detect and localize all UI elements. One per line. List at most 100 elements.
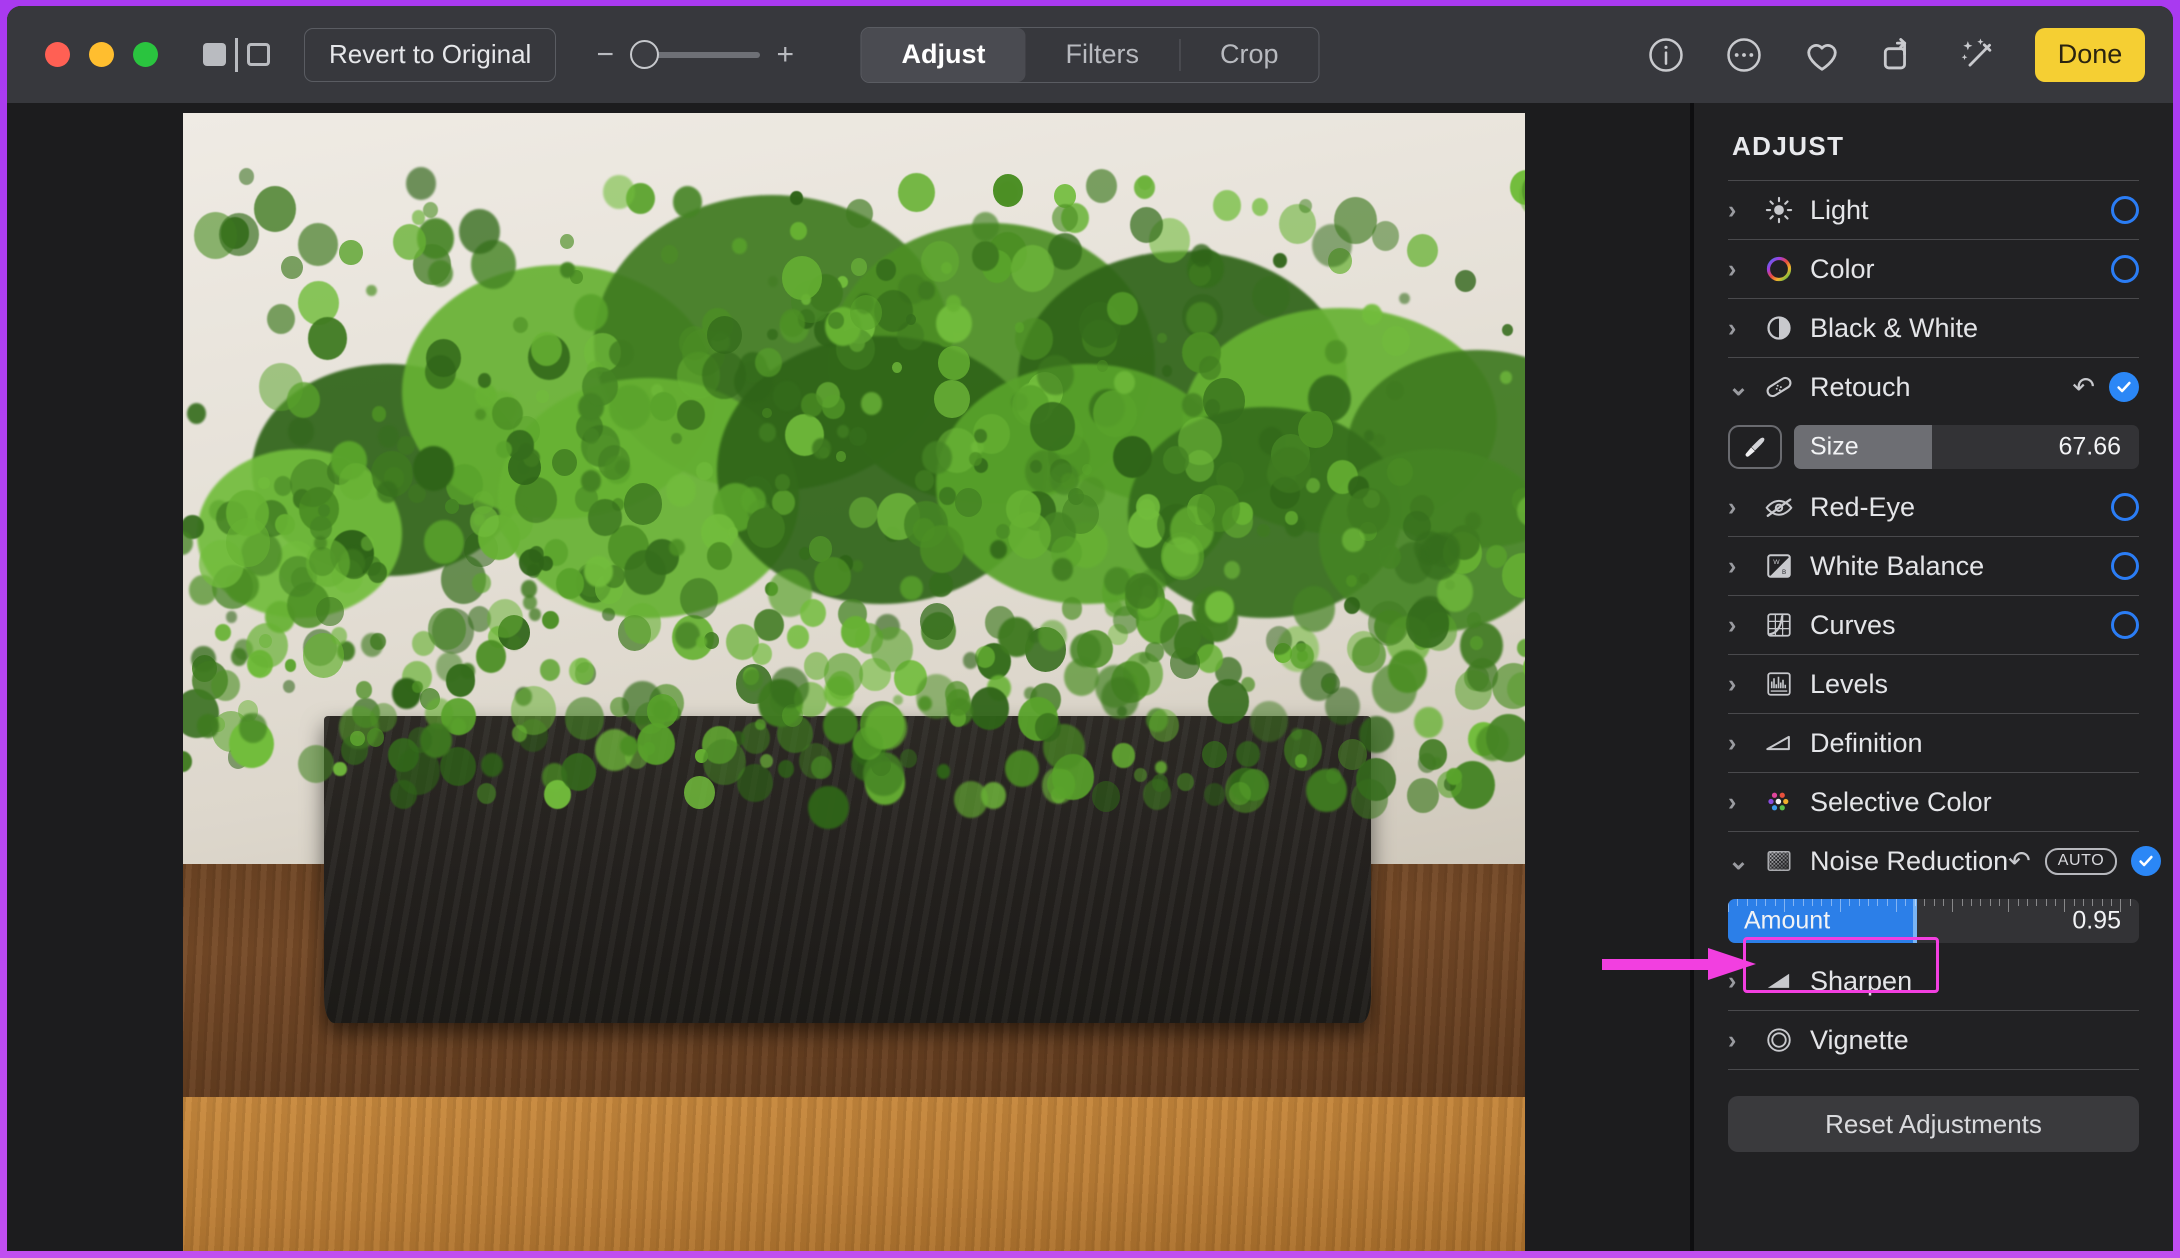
tab-adjust-label: Adjust (901, 39, 986, 69)
zoom-track[interactable] (630, 40, 761, 70)
adjust-row-definition[interactable]: › Definition (1728, 714, 2139, 772)
tab-adjust[interactable]: Adjust (861, 27, 1026, 82)
adjust-row-color[interactable]: › Color (1728, 240, 2139, 298)
ellipsis-icon[interactable] (1723, 34, 1765, 76)
photos-edit-window: Revert to Original − + Adjust Filters Cr… (7, 6, 2173, 1251)
chevron-right-icon[interactable]: › (1728, 196, 1758, 225)
chevron-down-icon[interactable]: ⌄ (1728, 372, 1758, 402)
tab-filters[interactable]: Filters (1025, 28, 1179, 82)
definition-icon (1758, 726, 1800, 760)
done-label: Done (2057, 39, 2123, 69)
chevron-down-icon[interactable]: ⌄ (1728, 846, 1758, 876)
adjust-row-noise-reduction[interactable]: ⌄ Noise Reduction ↶ AUTO (1728, 832, 2162, 890)
chevron-right-icon[interactable]: › (1728, 788, 1758, 817)
adjust-label-color: Color (1810, 253, 1875, 284)
tab-crop[interactable]: Crop (1180, 28, 1319, 82)
adjust-row-sharpen[interactable]: › Sharpen (1728, 952, 2139, 1010)
retouch-size-slider[interactable]: Size 67.66 (1794, 425, 2139, 469)
revert-noise-reduction-icon[interactable]: ↶ (2008, 846, 2031, 877)
adjust-label-definition: Definition (1810, 727, 1923, 758)
adjust-row-black-and-white[interactable]: › Black & White (1728, 299, 2139, 357)
window-frame: Revert to Original − + Adjust Filters Cr… (0, 0, 2180, 1258)
adjust-label-selective-color: Selective Color (1810, 786, 1992, 817)
revert-to-original-button[interactable]: Revert to Original (304, 27, 557, 82)
info-icon[interactable] (1645, 34, 1687, 76)
photo-image[interactable] (183, 113, 1525, 1251)
chevron-right-icon[interactable]: › (1728, 1026, 1758, 1055)
revert-retouch-icon[interactable]: ↶ (2072, 372, 2095, 403)
chevron-right-icon[interactable]: › (1728, 493, 1758, 522)
toggle-retouch-enabled[interactable] (2109, 372, 2139, 402)
toggle-light[interactable] (2111, 196, 2139, 224)
arrow-shaft (1602, 959, 1714, 970)
auto-badge[interactable]: AUTO (2044, 847, 2118, 875)
adjust-label-sharpen: Sharpen (1810, 965, 1913, 996)
photo-moss (183, 124, 1525, 830)
chevron-right-icon[interactable]: › (1728, 611, 1758, 640)
outline-square-icon (247, 43, 270, 66)
slider-label: Size (1810, 432, 1859, 461)
adjust-label-red-eye: Red-Eye (1810, 491, 1916, 522)
divider (235, 37, 238, 72)
done-button[interactable]: Done (2035, 27, 2145, 82)
chevron-right-icon[interactable]: › (1728, 552, 1758, 581)
toggle-red-eye[interactable] (2111, 493, 2139, 521)
reset-adjustments-button[interactable]: Reset Adjustments (1728, 1096, 2139, 1152)
adjust-label-retouch: Retouch (1810, 371, 1911, 402)
adjust-row-white-balance[interactable]: › W B White Balance (1728, 537, 2139, 595)
minimize-button[interactable] (89, 42, 114, 67)
zoom-slider[interactable]: − + (596, 39, 795, 70)
adjust-row-curves[interactable]: › Curves (1728, 596, 2139, 654)
adjust-row-selective-color[interactable]: › Selective Color (1728, 773, 2139, 831)
svg-text:W: W (1773, 559, 1780, 566)
annotation-arrow (1602, 948, 1757, 980)
traffic-lights (45, 42, 158, 67)
adjust-row-retouch[interactable]: ⌄ Retouch ↶ (1728, 358, 2139, 416)
retouch-size-row[interactable]: Size 67.66 (1728, 416, 2139, 478)
zoom-button[interactable] (133, 42, 158, 67)
adjust-row-red-eye[interactable]: › Red-Eye (1728, 478, 2139, 536)
chevron-right-icon[interactable]: › (1728, 314, 1758, 343)
white-balance-icon: W B (1758, 549, 1800, 583)
slider-value: 0.95 (2072, 906, 2121, 935)
toggle-white-balance[interactable] (2111, 552, 2139, 580)
color-wheel-icon (1758, 252, 1800, 286)
adjust-row-light[interactable]: › Light (1728, 181, 2139, 239)
heart-icon[interactable] (1801, 34, 1843, 76)
magic-wand-icon[interactable] (1957, 34, 1999, 76)
curves-icon (1758, 608, 1800, 642)
brush-icon[interactable] (1728, 425, 1782, 469)
toolbar-actions: Done (1645, 27, 2145, 82)
adjust-row-vignette[interactable]: › Vignette (1728, 1011, 2139, 1069)
toggle-noise-reduction-enabled[interactable] (2131, 846, 2162, 876)
noise-icon (1758, 844, 1800, 878)
toggle-color[interactable] (2111, 255, 2139, 283)
chevron-right-icon[interactable]: › (1728, 255, 1758, 284)
tab-filters-label: Filters (1065, 39, 1139, 69)
zoom-knob[interactable] (630, 40, 660, 69)
noise-amount-row[interactable]: Amount 0.95 (1728, 890, 2139, 952)
chevron-right-icon[interactable]: › (1728, 670, 1758, 699)
toggle-curves[interactable] (2111, 611, 2139, 639)
mode-segmented-control[interactable]: Adjust Filters Crop (860, 26, 1320, 83)
zoom-in-icon[interactable]: + (776, 39, 795, 70)
bandage-icon (1758, 370, 1800, 404)
levels-icon (1758, 667, 1800, 701)
photo-canvas[interactable] (7, 103, 1690, 1251)
svg-text:B: B (1782, 569, 1786, 576)
adjust-panel[interactable]: ADJUST › Light › Color › Black & White ⌄… (1690, 103, 2173, 1251)
selective-color-icon (1758, 785, 1800, 819)
compare-toggle[interactable] (203, 37, 270, 72)
adjust-row-levels[interactable]: › Levels (1728, 655, 2139, 713)
contrast-circle-icon (1758, 311, 1800, 345)
noise-amount-slider[interactable]: Amount 0.95 (1728, 899, 2139, 943)
row-divider (1728, 1069, 2139, 1070)
adjust-label-black-and-white: Black & White (1810, 312, 1979, 343)
zoom-out-icon[interactable]: − (596, 39, 615, 70)
tab-crop-label: Crop (1219, 39, 1279, 69)
adjust-label-light: Light (1810, 194, 1869, 225)
chevron-right-icon[interactable]: › (1728, 729, 1758, 758)
rotate-icon[interactable] (1879, 34, 1921, 76)
eye-slash-icon (1758, 490, 1800, 524)
close-button[interactable] (45, 42, 70, 67)
